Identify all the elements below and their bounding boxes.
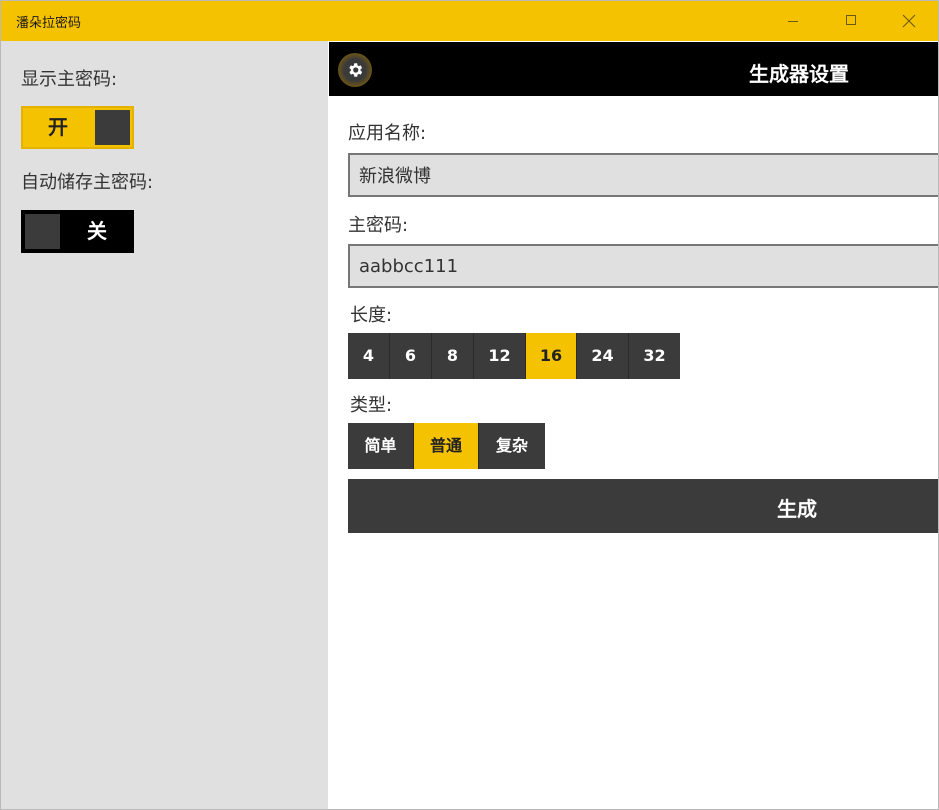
toggle-state-label: 关 xyxy=(87,219,107,243)
length-option[interactable]: 4 xyxy=(348,333,390,379)
page-title: 生成器设置 xyxy=(749,62,849,86)
autosave-label: 自动储存主密码: xyxy=(21,172,154,193)
title-bar[interactable]: 潘朵拉密码 xyxy=(1,1,938,41)
toggle-state-label: 开 xyxy=(48,115,68,139)
minimize-icon xyxy=(788,21,798,22)
type-option-simple[interactable]: 简单 xyxy=(348,423,414,469)
master-password-label: 主密码: xyxy=(348,215,409,236)
length-option-selected[interactable]: 16 xyxy=(526,333,577,379)
close-button[interactable] xyxy=(880,1,938,41)
minimize-button[interactable] xyxy=(764,1,822,41)
maximize-icon xyxy=(846,15,856,25)
length-option[interactable]: 24 xyxy=(577,333,629,379)
gear-icon xyxy=(349,63,363,77)
window-title: 潘朵拉密码 xyxy=(16,16,82,31)
show-master-toggle[interactable]: 开 xyxy=(21,106,134,149)
generate-button[interactable]: 生成 xyxy=(348,479,938,533)
app-name-field[interactable] xyxy=(348,153,938,197)
toggle-knob xyxy=(95,110,130,145)
app-name-label: 应用名称: xyxy=(348,123,427,144)
settings-button[interactable] xyxy=(338,53,372,87)
close-icon xyxy=(902,14,916,28)
length-option[interactable]: 6 xyxy=(390,333,432,379)
app-name-input[interactable] xyxy=(350,155,919,195)
length-option[interactable]: 32 xyxy=(629,333,680,379)
toggle-knob xyxy=(25,214,60,249)
length-option[interactable]: 12 xyxy=(474,333,526,379)
type-option-complex[interactable]: 复杂 xyxy=(479,423,545,469)
settings-pane: 显示主密码: 开 自动储存主密码: 关 xyxy=(1,41,328,809)
length-option[interactable]: 8 xyxy=(432,333,474,379)
type-selector: 简单 普通 复杂 xyxy=(348,423,545,469)
autosave-toggle[interactable]: 关 xyxy=(21,210,134,253)
maximize-button[interactable] xyxy=(822,1,880,41)
show-master-label: 显示主密码: xyxy=(21,69,118,90)
type-label: 类型: xyxy=(350,395,393,416)
generate-button-label: 生成 xyxy=(777,499,817,521)
length-label: 长度: xyxy=(350,305,393,326)
master-password-field[interactable] xyxy=(348,244,938,288)
master-password-input[interactable] xyxy=(350,246,919,286)
length-selector: 4 6 8 12 16 24 32 xyxy=(348,333,680,379)
app-window: 潘朵拉密码 显示主密码: 开 自动储存主密码: 关 生成器设置 应用名称: 新浪… xyxy=(0,0,939,810)
type-option-normal[interactable]: 普通 xyxy=(414,423,479,469)
generator-header: 生成器设置 xyxy=(329,42,938,96)
